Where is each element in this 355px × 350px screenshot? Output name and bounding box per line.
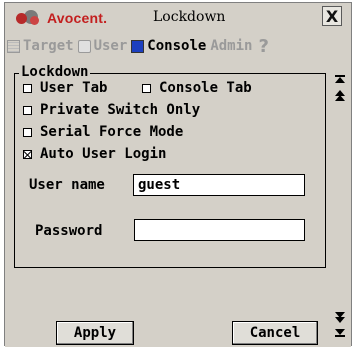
tab-console-label: Console	[147, 38, 207, 54]
lockdown-legend: Lockdown	[19, 64, 91, 80]
close-icon: X	[325, 6, 339, 26]
auto-login-label: Auto User Login	[40, 146, 167, 162]
private-switch-option[interactable]: Private Switch Only	[23, 102, 200, 118]
help-icon[interactable]: ?	[258, 36, 268, 57]
console-tab-label: Console Tab	[159, 80, 252, 96]
user-tab-label: User Tab	[40, 80, 108, 96]
serial-force-option[interactable]: Serial Force Mode	[23, 124, 183, 140]
serial-force-label: Serial Force Mode	[40, 124, 184, 140]
tab-admin-label: Admin	[210, 38, 253, 54]
tab-target-label: Target	[23, 38, 74, 54]
brand-name: Avocent.	[47, 10, 108, 26]
console-icon	[131, 39, 145, 53]
brand-logo: Avocent.	[15, 8, 107, 28]
console-panel: Lockdown User Tab Console Tab Private Sw…	[5, 61, 351, 347]
console-tab-option[interactable]: Console Tab	[142, 80, 252, 96]
tab-console[interactable]: Console	[129, 35, 208, 57]
lockdown-window: Avocent. Lockdown X Target User Console …	[4, 2, 352, 347]
scroll-bottom-icon[interactable]	[334, 323, 346, 343]
window-title: Lockdown	[153, 9, 226, 25]
scroll-page-up-icon[interactable]	[334, 85, 346, 105]
serial-force-checkbox[interactable]	[23, 127, 32, 137]
private-switch-checkbox[interactable]	[23, 105, 32, 115]
user-tab-option[interactable]: User Tab	[23, 80, 107, 96]
private-switch-label: Private Switch Only	[40, 102, 201, 118]
tab-user-label: User	[93, 38, 128, 54]
target-icon	[7, 39, 20, 53]
title-bar: Avocent. Lockdown X	[5, 3, 351, 31]
avocent-logo-icon	[15, 9, 41, 27]
tab-admin[interactable]: Admin	[208, 35, 254, 57]
password-field[interactable]	[134, 219, 305, 241]
close-button[interactable]: X	[322, 6, 342, 26]
auto-login-option[interactable]: Auto User Login	[23, 146, 166, 162]
console-tab-checkbox[interactable]	[142, 83, 151, 93]
username-label: User name	[29, 177, 105, 193]
auto-login-checkbox[interactable]	[23, 149, 32, 159]
cancel-button[interactable]: Cancel	[232, 321, 318, 345]
apply-button[interactable]: Apply	[56, 321, 134, 345]
tab-user[interactable]: User	[76, 35, 130, 57]
tab-bar: Target User Console Admin ?	[5, 34, 351, 58]
tab-target[interactable]: Target	[5, 35, 76, 57]
lockdown-groupbox: Lockdown User Tab Console Tab Private Sw…	[14, 64, 326, 268]
user-tab-checkbox[interactable]	[23, 83, 32, 93]
user-icon	[77, 39, 91, 53]
password-label: Password	[35, 223, 103, 239]
username-field[interactable]: guest	[133, 174, 305, 196]
